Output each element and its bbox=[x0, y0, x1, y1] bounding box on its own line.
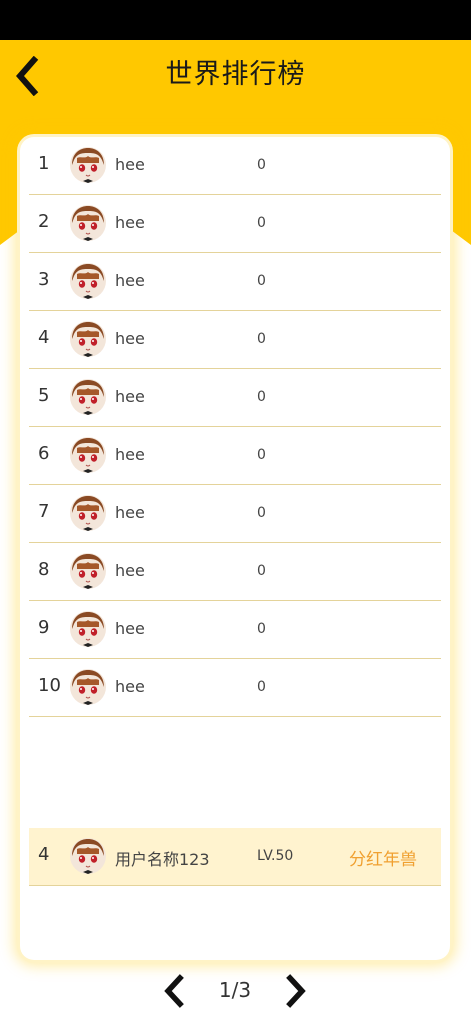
username: hee bbox=[115, 387, 145, 406]
username: hee bbox=[115, 329, 145, 348]
score: 0 bbox=[257, 389, 266, 405]
username: hee bbox=[115, 677, 145, 696]
score: 0 bbox=[257, 505, 266, 521]
score: 0 bbox=[257, 563, 266, 579]
page-indicator: 1/3 bbox=[218, 978, 252, 1002]
page-title: 世界排行榜 bbox=[165, 59, 306, 90]
ranking-row[interactable]: 6 hee 0 bbox=[29, 427, 441, 485]
rank-number: 1 bbox=[38, 153, 50, 174]
score: 0 bbox=[257, 215, 266, 231]
score: 0 bbox=[257, 621, 266, 637]
ranking-row[interactable]: 2 hee 0 bbox=[29, 195, 441, 253]
avatar bbox=[70, 611, 106, 647]
my-rank-row[interactable]: 4 用户名称123 LV.50 分红年兽 bbox=[29, 828, 441, 886]
avatar bbox=[70, 553, 106, 589]
prev-page-button[interactable] bbox=[158, 974, 190, 1008]
chevron-right-icon bbox=[286, 974, 306, 1008]
username: hee bbox=[115, 445, 145, 464]
rank-number: 7 bbox=[38, 501, 50, 522]
status-bar bbox=[0, 0, 471, 40]
ranking-row[interactable]: 3 hee 0 bbox=[29, 253, 441, 311]
ranking-list: 1 hee 0 2 hee 0 3 hee 0 4 hee 0 5 hee 0 … bbox=[29, 137, 441, 717]
pagination: 1/3 bbox=[0, 970, 471, 1010]
chevron-left-icon bbox=[164, 974, 184, 1008]
username: hee bbox=[115, 271, 145, 290]
next-page-button[interactable] bbox=[280, 974, 312, 1008]
my-title-badge: 分红年兽 bbox=[349, 850, 417, 870]
ranking-row[interactable]: 1 hee 0 bbox=[29, 137, 441, 195]
username: hee bbox=[115, 213, 145, 232]
ranking-row[interactable]: 5 hee 0 bbox=[29, 369, 441, 427]
avatar bbox=[70, 437, 106, 473]
ranking-card: 1 hee 0 2 hee 0 3 hee 0 4 hee 0 5 hee 0 … bbox=[20, 137, 450, 960]
avatar bbox=[70, 205, 106, 241]
my-rank-number: 4 bbox=[38, 844, 50, 865]
username: hee bbox=[115, 561, 145, 580]
rank-number: 5 bbox=[38, 385, 50, 406]
rank-number: 9 bbox=[38, 617, 50, 638]
username: hee bbox=[115, 619, 145, 638]
avatar bbox=[70, 321, 106, 357]
score: 0 bbox=[257, 447, 266, 463]
my-level: LV.50 bbox=[257, 848, 294, 864]
avatar bbox=[70, 669, 106, 705]
avatar bbox=[70, 263, 106, 299]
score: 0 bbox=[257, 157, 266, 173]
avatar bbox=[70, 147, 106, 183]
rank-number: 3 bbox=[38, 269, 50, 290]
ranking-row[interactable]: 9 hee 0 bbox=[29, 601, 441, 659]
rank-number: 6 bbox=[38, 443, 50, 464]
score: 0 bbox=[257, 273, 266, 289]
rank-number: 2 bbox=[38, 211, 50, 232]
rank-number: 4 bbox=[38, 327, 50, 348]
ranking-row[interactable]: 7 hee 0 bbox=[29, 485, 441, 543]
ranking-row[interactable]: 8 hee 0 bbox=[29, 543, 441, 601]
username: hee bbox=[115, 155, 145, 174]
score: 0 bbox=[257, 331, 266, 347]
rank-number: 10 bbox=[38, 675, 61, 696]
ranking-row[interactable]: 4 hee 0 bbox=[29, 311, 441, 369]
avatar bbox=[70, 838, 106, 874]
ranking-row[interactable]: 10 hee 0 bbox=[29, 659, 441, 717]
rank-number: 8 bbox=[38, 559, 50, 580]
username: hee bbox=[115, 503, 145, 522]
avatar bbox=[70, 495, 106, 531]
my-username: 用户名称123 bbox=[115, 850, 210, 869]
score: 0 bbox=[257, 679, 266, 695]
avatar bbox=[70, 379, 106, 415]
